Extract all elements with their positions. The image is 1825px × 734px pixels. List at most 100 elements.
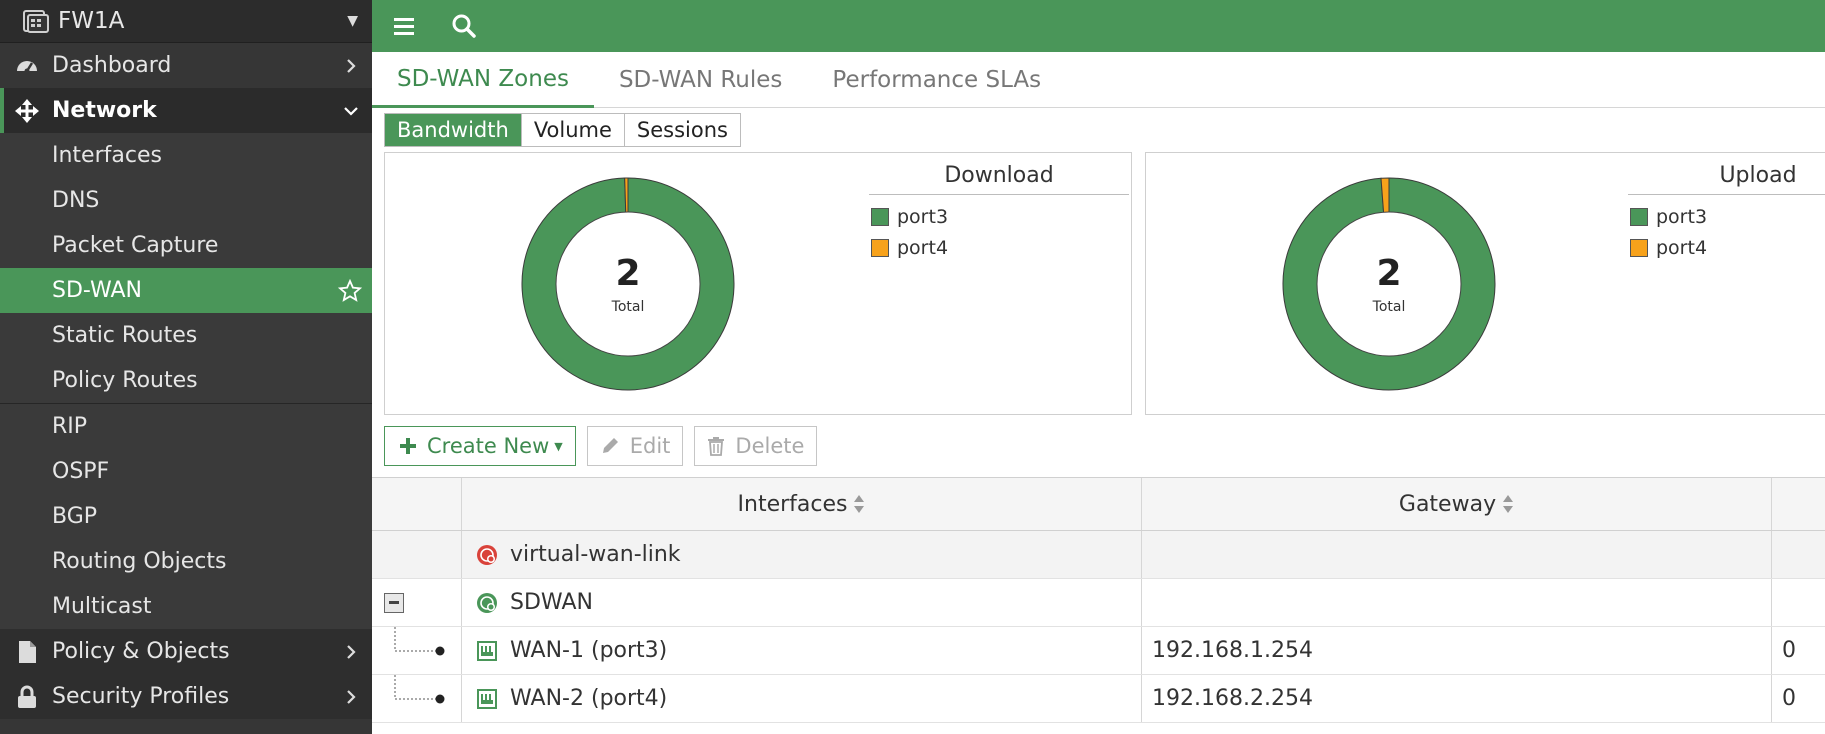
header-expand-column <box>372 478 462 530</box>
sidebar-item-static-routes[interactable]: Static Routes <box>0 313 372 358</box>
legend-item-port3[interactable]: port3 <box>869 206 1129 228</box>
volume-button[interactable]: Volume <box>520 114 624 146</box>
tab-performance-slas[interactable]: Performance SLAs <box>807 52 1066 108</box>
hamburger-menu-icon[interactable] <box>386 8 422 44</box>
nav-sub-label: RIP <box>52 414 88 439</box>
top-bar <box>372 0 1825 52</box>
sidebar-item-bgp[interactable]: BGP <box>0 494 372 539</box>
upload-donut-chart: 2 Total <box>1282 177 1496 391</box>
create-new-label: Create New <box>427 434 550 458</box>
device-selector[interactable]: FW1A ▼ <box>0 0 372 43</box>
sidebar-item-dns[interactable]: DNS <box>0 178 372 223</box>
legend-label: port3 <box>1656 206 1708 228</box>
chevron-right-icon <box>347 689 356 704</box>
row-gateway-cell: 192.168.1.254 <box>1142 627 1772 674</box>
upload-total-label: Total <box>1372 299 1406 315</box>
port-icon <box>476 688 498 710</box>
search-icon[interactable] <box>446 8 482 44</box>
header-interfaces[interactable]: Interfaces <box>462 478 1142 530</box>
table-row[interactable]: WAN-1 (port3) 192.168.1.254 0 <box>372 627 1825 675</box>
nav-sub-label: Policy Routes <box>52 368 198 393</box>
firewall-device-icon <box>23 10 49 33</box>
upload-legend-title: Upload <box>1628 159 1825 195</box>
delete-label: Delete <box>735 434 805 458</box>
nav-sub-label: DNS <box>52 188 100 213</box>
sort-icon[interactable] <box>853 494 865 514</box>
sidebar-item-ospf[interactable]: OSPF <box>0 449 372 494</box>
edit-button[interactable]: Edit <box>586 426 684 466</box>
row-gateway-cell <box>1142 579 1772 626</box>
header-extra <box>1772 478 1825 530</box>
create-new-button[interactable]: Create New ▼ <box>384 426 576 466</box>
nav-dashboard-label: Dashboard <box>52 53 172 78</box>
nav-sub-label: Packet Capture <box>52 233 219 258</box>
tab-sd-wan-rules[interactable]: SD-WAN Rules <box>594 52 807 108</box>
bandwidth-button[interactable]: Bandwidth <box>385 114 521 146</box>
trash-icon <box>707 436 725 456</box>
legend-item-port4[interactable]: port4 <box>869 237 1129 259</box>
device-name: FW1A <box>58 8 125 34</box>
port-icon <box>476 640 498 662</box>
legend-swatch <box>1630 239 1648 257</box>
dashboard-gauge-icon <box>14 53 40 79</box>
nav-sub-label: Multicast <box>52 594 152 619</box>
sort-icon[interactable] <box>1502 494 1514 514</box>
metric-toggle: Bandwidth Volume Sessions <box>384 113 741 147</box>
sidebar-item-sd-wan[interactable]: SD-WAN <box>0 268 372 313</box>
chevron-down-icon <box>344 106 358 116</box>
sd-wan-zone-icon <box>476 592 498 614</box>
favorite-star-icon[interactable] <box>338 279 362 303</box>
delete-button[interactable]: Delete <box>694 426 818 466</box>
legend-label: port4 <box>1656 237 1708 259</box>
header-interfaces-label: Interfaces <box>737 491 848 517</box>
table-row[interactable]: virtual-wan-link <box>372 531 1825 579</box>
nav-dashboard[interactable]: Dashboard <box>0 43 372 88</box>
table-row[interactable]: WAN-2 (port4) 192.168.2.254 0 <box>372 675 1825 723</box>
sidebar-item-multicast[interactable]: Multicast <box>0 584 372 629</box>
row-extra-value: 0 <box>1782 638 1796 663</box>
network-arrows-icon <box>14 98 40 124</box>
upload-chart-panel: 2 Total Upload port3 port4 <box>1145 152 1825 415</box>
plus-icon <box>399 437 417 455</box>
tab-sd-wan-zones[interactable]: SD-WAN Zones <box>372 52 594 108</box>
collapse-minus-icon[interactable] <box>384 592 404 613</box>
row-extra-cell <box>1772 531 1825 578</box>
nav-sub-label: Interfaces <box>52 143 162 168</box>
row-tree-cell <box>372 675 462 722</box>
row-extra-value: 0 <box>1782 686 1796 711</box>
header-gateway[interactable]: Gateway <box>1142 478 1772 530</box>
sd-wan-zones-table: Interfaces Gateway virtual-wan-link SDWA… <box>372 477 1825 723</box>
table-header: Interfaces Gateway <box>372 477 1825 531</box>
document-icon <box>14 639 40 665</box>
nav-network[interactable]: Network <box>0 88 372 133</box>
sidebar-item-policy-routes[interactable]: Policy Routes <box>0 358 372 403</box>
nav-security-profiles[interactable]: Security Profiles <box>0 674 372 719</box>
download-chart-panel: 2 Total Download port3 port4 <box>384 152 1132 415</box>
upload-legend: Upload port3 port4 <box>1628 159 1825 259</box>
sessions-button[interactable]: Sessions <box>623 114 740 146</box>
chevron-right-icon <box>347 58 356 73</box>
sidebar-item-packet-capture[interactable]: Packet Capture <box>0 223 372 268</box>
nav-policy-objects[interactable]: Policy & Objects <box>0 629 372 674</box>
row-interface-cell: SDWAN <box>462 579 1142 626</box>
legend-item-port4[interactable]: port4 <box>1628 237 1825 259</box>
caret-down-icon[interactable]: ▼ <box>347 13 358 29</box>
row-interface-name: WAN-1 (port3) <box>510 638 668 663</box>
row-gateway-cell: 192.168.2.254 <box>1142 675 1772 722</box>
row-interface-name: virtual-wan-link <box>510 542 681 567</box>
edit-label: Edit <box>629 434 671 458</box>
legend-item-port3[interactable]: port3 <box>1628 206 1825 228</box>
download-total-label: Total <box>611 299 645 315</box>
sidebar-item-interfaces[interactable]: Interfaces <box>0 133 372 178</box>
header-gateway-label: Gateway <box>1398 491 1497 517</box>
sidebar-item-routing-objects[interactable]: Routing Objects <box>0 539 372 584</box>
sidebar-item-rip[interactable]: RIP <box>0 404 372 449</box>
row-gateway-value: 192.168.2.254 <box>1152 686 1313 711</box>
caret-down-icon: ▼ <box>554 439 563 453</box>
download-legend-title: Download <box>869 159 1129 195</box>
nav-sub-label: SD-WAN <box>52 278 143 303</box>
row-extra-cell: 0 <box>1772 675 1825 722</box>
table-row[interactable]: SDWAN <box>372 579 1825 627</box>
virtual-wan-link-error-icon <box>476 544 498 566</box>
legend-swatch <box>1630 208 1648 226</box>
